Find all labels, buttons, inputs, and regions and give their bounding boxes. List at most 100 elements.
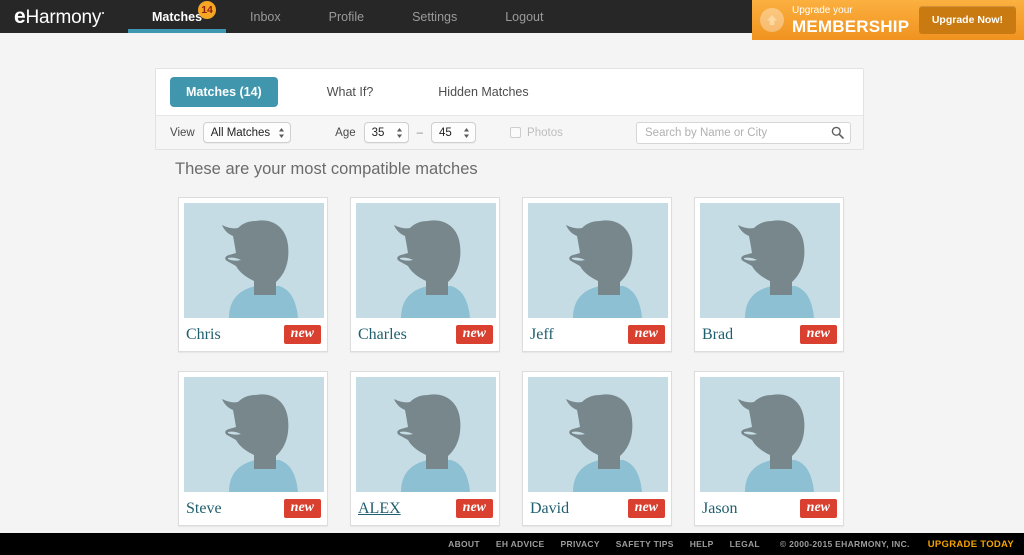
male-silhouette-placeholder-icon <box>528 203 668 318</box>
age-max-select[interactable]: 45 <box>431 122 477 143</box>
footer-link-safety-tips[interactable]: SAFETY TIPS <box>616 539 674 549</box>
match-name[interactable]: David <box>530 500 569 518</box>
match-card-footer: Brad new <box>700 318 838 351</box>
view-select-value: All Matches <box>210 126 271 139</box>
matches-grid: Chris new Charles new Jeff new Brad new … <box>178 197 878 526</box>
new-badge: new <box>627 499 665 518</box>
match-photo-placeholder <box>356 377 496 492</box>
nav-items: Matches 14 Inbox Profile Settings Logout <box>128 0 567 33</box>
brand-logo-mark <box>102 11 105 14</box>
new-badge: new <box>799 325 837 344</box>
nav-item-profile[interactable]: Profile <box>305 0 388 33</box>
match-card-footer: Chris new <box>184 318 322 351</box>
new-badge: new <box>283 499 321 518</box>
male-silhouette-placeholder-icon <box>700 377 840 492</box>
search-field-wrapper <box>636 121 851 144</box>
match-photo-placeholder <box>700 377 840 492</box>
upgrade-membership-banner[interactable]: Upgrade your MEMBERSHIP Upgrade Now! <box>752 0 1024 40</box>
match-name[interactable]: Steve <box>186 500 222 518</box>
age-label: Age <box>335 126 356 139</box>
match-card-footer: Jeff new <box>528 318 666 351</box>
match-name[interactable]: Charles <box>358 326 407 344</box>
match-card-footer: David new <box>528 492 666 525</box>
footer-link-help[interactable]: HELP <box>690 539 714 549</box>
match-card[interactable]: David new <box>522 371 672 526</box>
match-card[interactable]: Chris new <box>178 197 328 352</box>
age-max-value: 45 <box>439 126 452 139</box>
nav-item-logout[interactable]: Logout <box>481 0 567 33</box>
filter-bar: View All Matches Age 35 – 45 Photos Sear… <box>156 115 863 149</box>
male-silhouette-placeholder-icon <box>356 203 496 318</box>
match-name[interactable]: Jason <box>702 500 738 518</box>
nav-item-inbox[interactable]: Inbox <box>226 0 305 33</box>
footer-link-privacy[interactable]: PRIVACY <box>561 539 600 549</box>
match-name[interactable]: Jeff <box>530 326 554 344</box>
match-card[interactable]: Steve new <box>178 371 328 526</box>
upgrade-banner-text: Upgrade your MEMBERSHIP <box>792 4 919 36</box>
nav-item-profile-label: Profile <box>328 9 365 24</box>
match-card-footer: Jason new <box>700 492 838 525</box>
new-badge: new <box>455 325 493 344</box>
match-photo-placeholder <box>700 203 840 318</box>
brand-logo[interactable]: eHarmony <box>0 0 128 33</box>
photos-checkbox-group[interactable]: Photos <box>510 127 563 139</box>
match-card[interactable]: Jeff new <box>522 197 672 352</box>
footer-upgrade-today-link[interactable]: UPGRADE TODAY <box>928 539 1014 550</box>
match-card-footer: Steve new <box>184 492 322 525</box>
new-badge: new <box>455 499 493 518</box>
match-card[interactable]: Brad new <box>694 197 844 352</box>
tab-what-if[interactable]: What If? <box>311 77 390 107</box>
matches-panel: Matches (14) What If? Hidden Matches Vie… <box>155 68 864 150</box>
nav-item-inbox-label: Inbox <box>250 9 281 24</box>
male-silhouette-placeholder-icon <box>184 203 324 318</box>
match-card-footer: ALEX new <box>356 492 494 525</box>
male-silhouette-placeholder-icon <box>528 377 668 492</box>
panel-tab-bar: Matches (14) What If? Hidden Matches <box>156 69 863 115</box>
photos-checkbox[interactable] <box>510 127 522 138</box>
nav-item-matches[interactable]: Matches 14 <box>128 0 227 33</box>
new-badge: new <box>283 325 321 344</box>
new-badge: new <box>799 499 837 518</box>
match-name[interactable]: Brad <box>702 326 733 344</box>
footer-link-legal[interactable]: LEGAL <box>730 539 760 549</box>
match-card[interactable]: ALEX new <box>350 371 500 526</box>
age-range-separator: – <box>416 126 424 139</box>
chevron-updown-icon <box>278 127 285 139</box>
match-name[interactable]: Chris <box>186 326 221 344</box>
new-badge: new <box>627 325 665 344</box>
site-footer: ABOUT EH ADVICE PRIVACY SAFETY TIPS HELP… <box>0 533 1024 555</box>
match-card[interactable]: Charles new <box>350 197 500 352</box>
chevron-updown-icon <box>396 127 403 139</box>
nav-item-logout-label: Logout <box>505 9 544 24</box>
age-min-select[interactable]: 35 <box>363 122 409 143</box>
male-silhouette-placeholder-icon <box>700 203 840 318</box>
nav-item-settings-label: Settings <box>412 9 458 24</box>
footer-copyright: © 2000-2015 EHARMONY, INC. <box>779 539 910 549</box>
match-name[interactable]: ALEX <box>358 500 401 518</box>
upgrade-banner-big-text: MEMBERSHIP <box>792 16 910 36</box>
page-root: eHarmony Matches 14 Inbox Profile Settin… <box>0 0 1024 555</box>
footer-link-eh-advice[interactable]: EH ADVICE <box>496 539 545 549</box>
view-select[interactable]: All Matches <box>202 122 292 143</box>
male-silhouette-placeholder-icon <box>356 377 496 492</box>
nav-item-settings[interactable]: Settings <box>388 0 481 33</box>
search-input[interactable] <box>636 121 851 144</box>
age-min-value: 35 <box>371 126 385 139</box>
tab-matches[interactable]: Matches (14) <box>170 77 278 107</box>
match-photo-placeholder <box>184 377 324 492</box>
view-label: View <box>170 126 195 139</box>
match-photo-placeholder <box>528 203 668 318</box>
match-card[interactable]: Jason new <box>694 371 844 526</box>
photos-checkbox-label: Photos <box>527 126 563 139</box>
page-title: These are your most compatible matches <box>175 160 478 178</box>
up-arrow-icon <box>760 8 784 32</box>
upgrade-now-button[interactable]: Upgrade Now! <box>918 6 1016 34</box>
tab-hidden-matches[interactable]: Hidden Matches <box>422 77 544 107</box>
matches-count-badge: 14 <box>198 1 217 19</box>
footer-link-about[interactable]: ABOUT <box>448 539 480 549</box>
chevron-updown-icon <box>463 127 470 139</box>
match-photo-placeholder <box>356 203 496 318</box>
match-photo-placeholder <box>528 377 668 492</box>
upgrade-banner-small-text: Upgrade your <box>792 4 853 16</box>
nav-item-matches-label: Matches <box>152 9 203 24</box>
